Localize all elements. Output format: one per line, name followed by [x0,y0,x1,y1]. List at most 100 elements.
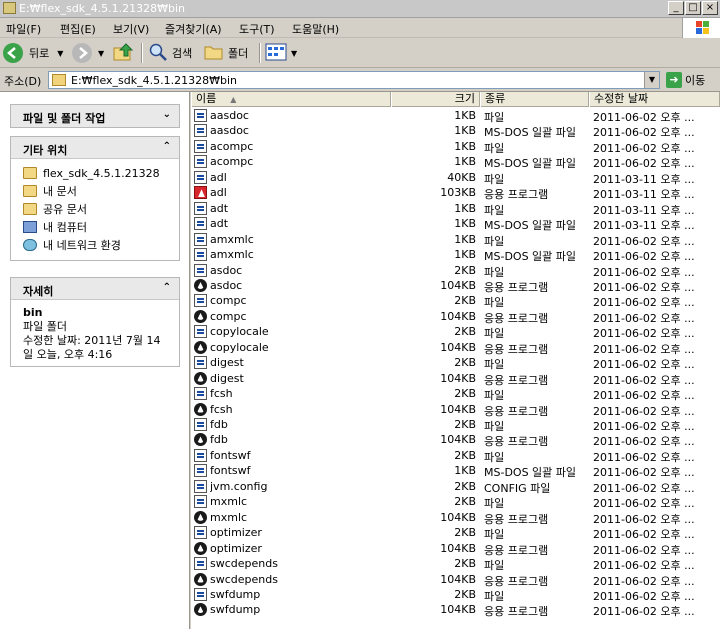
table-row[interactable]: jvm.config 2KB CONFIG 파일 2011-06-02 오후 ... [191,479,720,495]
other-places-header[interactable]: 기타 위치 ⌃ [11,137,179,159]
folders-label: 폴더 [228,47,249,60]
file-name: swcdepends [210,572,278,586]
file-icon [194,356,207,370]
toolbar-separator [259,43,261,63]
collapse-icon[interactable]: ⌄ [163,109,171,120]
go-arrow-icon: ➜ [666,72,682,88]
file-name: adt [210,217,229,231]
file-name: amxmlc [210,232,254,246]
table-row[interactable]: amxmlc 1KB MS-DOS 일괄 파일 2011-06-02 오후 ... [191,247,720,263]
address-input[interactable]: E:₩flex_sdk_4.5.1.21328₩bin ▼ [48,71,660,89]
collapse-icon[interactable]: ⌃ [163,141,171,152]
table-row[interactable]: acompc 1KB 파일 2011-06-02 오후 ... [191,139,720,155]
table-row[interactable]: fdb 104KB 응용 프로그램 2011-06-02 오후 ... [191,432,720,448]
views-button[interactable]: ▼ [265,42,297,64]
details-header[interactable]: 자세히 ⌃ [11,278,179,300]
table-row[interactable]: swfdump 104KB 응용 프로그램 2011-06-02 오후 ... [191,602,720,618]
menu-file[interactable]: 파일(F) [6,21,41,37]
column-header-name[interactable]: 이름 ▲ [191,92,391,107]
other-place-flex-sdk[interactable]: flex_sdk_4.5.1.21328 [23,164,179,182]
address-label: 주소(D) [4,75,42,88]
table-row[interactable]: acompc 1KB MS-DOS 일괄 파일 2011-06-02 오후 ... [191,154,720,170]
file-size: 1KB [454,232,476,246]
table-row[interactable]: aasdoc 1KB 파일 2011-06-02 오후 ... [191,108,720,124]
file-type: 응용 프로그램 [484,605,549,619]
file-icon [194,479,207,493]
other-place-shared-documents[interactable]: 공유 문서 [23,200,179,218]
column-header-size[interactable]: 크기 [391,92,480,107]
file-name: digest [210,371,244,385]
folder-icon [23,167,37,179]
file-size: 2KB [454,356,476,370]
details-panel: 자세히 ⌃ bin 파일 폴더 수정한 날짜: 2011년 7월 14 일 오늘… [10,277,180,367]
forward-button[interactable]: ▼ [72,42,104,64]
collapse-icon[interactable]: ⌃ [163,282,171,293]
table-row[interactable]: digest 2KB 파일 2011-06-02 오후 ... [191,355,720,371]
folders-button[interactable]: 폴더 [204,42,248,64]
maximize-button[interactable]: □ [685,1,701,15]
search-button[interactable]: 검색 [148,42,192,64]
close-button[interactable]: × [702,1,718,15]
table-row[interactable]: adl 103KB 응용 프로그램 2011-03-11 오후 ... [191,185,720,201]
file-size: 104KB [440,541,476,555]
chevron-down-icon: ▼ [291,48,298,58]
table-row[interactable]: optimizer 104KB 응용 프로그램 2011-06-02 오후 ... [191,541,720,557]
back-button[interactable]: 뒤로 ▼ [3,42,63,64]
menu-view[interactable]: 보기(V) [113,21,149,37]
minimize-button[interactable]: _ [668,1,684,15]
other-place-my-documents[interactable]: 내 문서 [23,182,179,200]
table-row[interactable]: fontswf 1KB MS-DOS 일괄 파일 2011-06-02 오후 ... [191,463,720,479]
table-row[interactable]: compc 2KB 파일 2011-06-02 오후 ... [191,293,720,309]
table-row[interactable]: fcsh 104KB 응용 프로그램 2011-06-02 오후 ... [191,402,720,418]
table-row[interactable]: copylocale 104KB 응용 프로그램 2011-06-02 오후 ... [191,340,720,356]
table-row[interactable]: fontswf 2KB 파일 2011-06-02 오후 ... [191,448,720,464]
file-icon [194,232,207,246]
address-dropdown-button[interactable]: ▼ [644,72,659,88]
table-row[interactable]: mxmlc 2KB 파일 2011-06-02 오후 ... [191,494,720,510]
table-row[interactable]: swfdump 2KB 파일 2011-06-02 오후 ... [191,587,720,603]
batch-icon [194,217,207,231]
table-row[interactable]: copylocale 2KB 파일 2011-06-02 오후 ... [191,324,720,340]
table-row[interactable]: adl 40KB 파일 2011-03-11 오후 ... [191,170,720,186]
other-place-network[interactable]: 내 네트워크 환경 [23,236,179,254]
file-folder-tasks-header[interactable]: 파일 및 폴더 작업 ⌄ [11,105,179,127]
file-size: 104KB [440,371,476,385]
table-row[interactable]: mxmlc 104KB 응용 프로그램 2011-06-02 오후 ... [191,510,720,526]
column-header-type[interactable]: 종류 [480,92,589,107]
table-row[interactable]: digest 104KB 응용 프로그램 2011-06-02 오후 ... [191,371,720,387]
table-row[interactable]: optimizer 2KB 파일 2011-06-02 오후 ... [191,525,720,541]
file-name: swfdump [210,603,261,617]
adobe-app-icon [194,186,207,200]
file-name: acompc [210,139,254,153]
file-icon [194,448,207,462]
place-label: 내 컴퓨터 [43,221,87,234]
go-button[interactable]: ➜ 이동 [666,72,705,88]
table-row[interactable]: fcsh 2KB 파일 2011-06-02 오후 ... [191,386,720,402]
table-row[interactable]: aasdoc 1KB MS-DOS 일괄 파일 2011-06-02 오후 ... [191,123,720,139]
app-icon [194,402,207,416]
detail-name: bin [23,306,43,319]
file-size: 2KB [454,557,476,571]
file-icon [194,109,207,122]
table-row[interactable]: swcdepends 2KB 파일 2011-06-02 오후 ... [191,556,720,572]
folder-icon [3,2,16,14]
detail-modified-cont: 일 오늘, 오후 4:16 [23,348,113,361]
table-row[interactable]: amxmlc 1KB 파일 2011-06-02 오후 ... [191,232,720,248]
table-row[interactable]: fdb 2KB 파일 2011-06-02 오후 ... [191,417,720,433]
menu-edit[interactable]: 편집(E) [60,21,96,37]
table-row[interactable]: adt 1KB 파일 2011-03-11 오후 ... [191,201,720,217]
menu-favorites[interactable]: 즐겨찾기(A) [165,21,222,37]
up-folder-button[interactable] [113,42,135,64]
menu-help[interactable]: 도움말(H) [292,21,339,37]
table-row[interactable]: asdoc 104KB 응용 프로그램 2011-06-02 오후 ... [191,278,720,294]
table-row[interactable]: adt 1KB MS-DOS 일괄 파일 2011-03-11 오후 ... [191,216,720,232]
table-row[interactable]: asdoc 2KB 파일 2011-06-02 오후 ... [191,263,720,279]
other-place-my-computer[interactable]: 내 컴퓨터 [23,218,179,236]
table-row[interactable]: swcdepends 104KB 응용 프로그램 2011-06-02 오후 ... [191,572,720,588]
table-row[interactable]: compc 104KB 응용 프로그램 2011-06-02 오후 ... [191,309,720,325]
place-label: 내 문서 [43,185,77,198]
column-header-date[interactable]: 수정한 날짜 [589,92,720,107]
address-bar: 주소(D) E:₩flex_sdk_4.5.1.21328₩bin ▼ ➜ 이동 [0,68,720,92]
file-name: fontswf [210,464,251,478]
menu-tools[interactable]: 도구(T) [239,21,275,37]
